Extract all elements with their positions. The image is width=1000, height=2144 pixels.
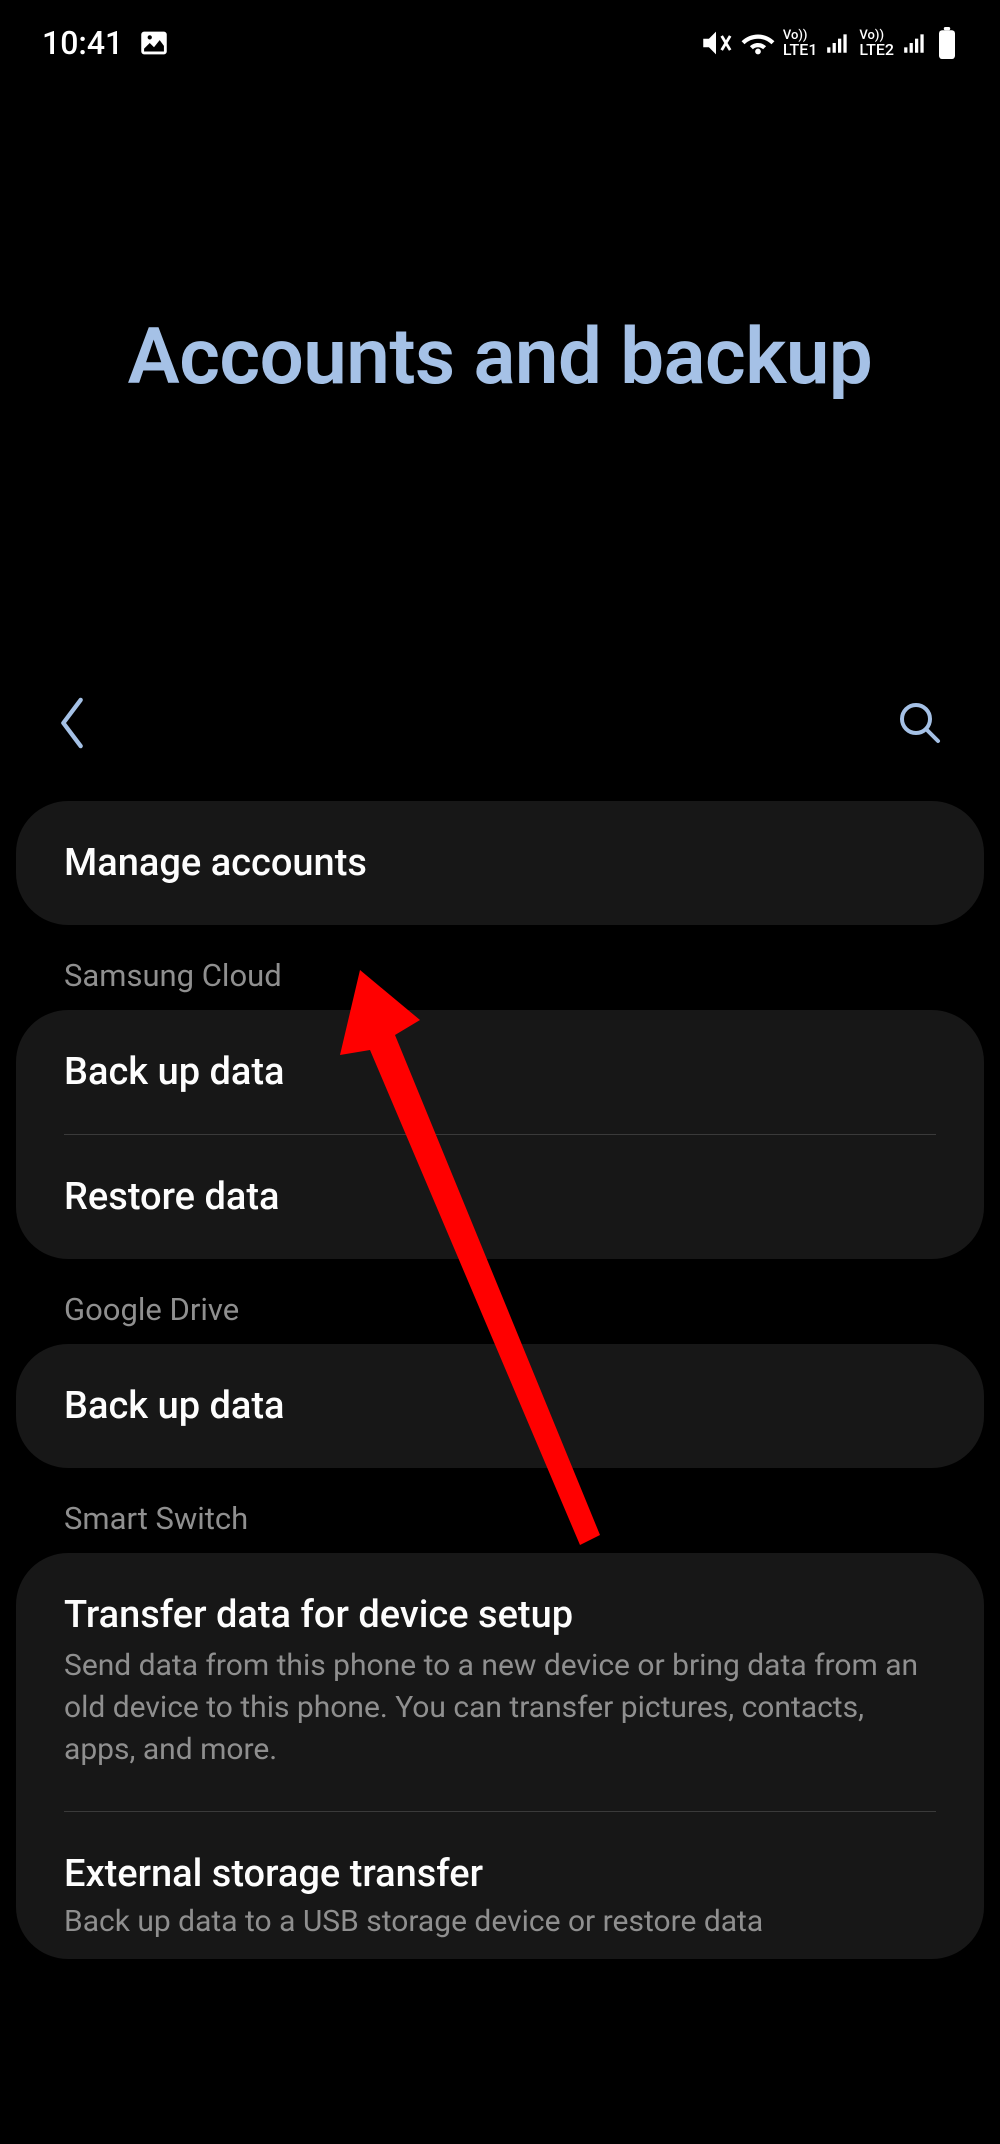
external-storage-subtitle: Back up data to a USB storage device or … — [16, 1904, 984, 1959]
status-right: Vo)) LTE1 Vo)) LTE2 — [699, 26, 958, 60]
battery-icon — [936, 27, 958, 59]
search-button[interactable] — [896, 699, 944, 747]
sim2-label-group: Vo)) LTE2 — [859, 29, 894, 58]
toolbar — [0, 697, 1000, 749]
sim1-label-group: Vo)) LTE1 — [783, 29, 818, 58]
samsung-cloud-header: Samsung Cloud — [0, 957, 1000, 994]
status-left: 10:41 — [42, 24, 171, 62]
wifi-icon — [741, 26, 775, 60]
external-storage-item[interactable]: External storage transfer — [16, 1812, 984, 1904]
samsung-backup-item[interactable]: Back up data — [16, 1010, 984, 1134]
signal1-icon — [825, 30, 851, 56]
sim1-label: LTE1 — [783, 42, 818, 58]
image-icon — [137, 26, 171, 60]
manage-accounts-label: Manage accounts — [64, 841, 936, 885]
page-title: Accounts and backup — [0, 312, 1000, 403]
back-button[interactable] — [56, 697, 88, 749]
transfer-data-item[interactable]: Transfer data for device setup Send data… — [16, 1553, 984, 1811]
external-storage-title: External storage transfer — [64, 1852, 936, 1896]
transfer-data-subtitle: Send data from this phone to a new devic… — [64, 1645, 936, 1771]
samsung-backup-label: Back up data — [64, 1050, 936, 1094]
manage-accounts-card: Manage accounts — [16, 801, 984, 925]
google-backup-item[interactable]: Back up data — [16, 1344, 984, 1468]
samsung-restore-item[interactable]: Restore data — [16, 1135, 984, 1259]
transfer-data-title: Transfer data for device setup — [64, 1593, 936, 1637]
google-drive-card: Back up data — [16, 1344, 984, 1468]
samsung-cloud-card: Back up data Restore data — [16, 1010, 984, 1259]
signal2-icon — [902, 30, 928, 56]
samsung-restore-label: Restore data — [64, 1175, 936, 1219]
vibrate-mute-icon — [699, 26, 733, 60]
sim2-label: LTE2 — [859, 42, 894, 58]
manage-accounts-item[interactable]: Manage accounts — [16, 801, 984, 925]
google-drive-header: Google Drive — [0, 1291, 1000, 1328]
status-bar: 10:41 Vo)) LTE1 — [0, 0, 1000, 82]
smart-switch-card: Transfer data for device setup Send data… — [16, 1553, 984, 1959]
status-time: 10:41 — [42, 24, 123, 62]
google-backup-label: Back up data — [64, 1384, 936, 1428]
smart-switch-header: Smart Switch — [0, 1500, 1000, 1537]
